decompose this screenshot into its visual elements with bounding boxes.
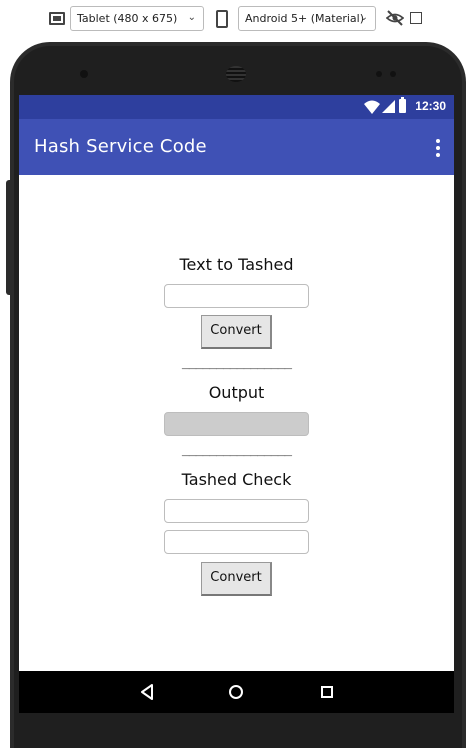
chevron-down-icon: ⌄ (359, 12, 368, 23)
phone-icon (216, 10, 228, 28)
theme-select[interactable]: Android 5+ (Material) ⌄ (238, 6, 376, 31)
recent-apps-icon[interactable] (321, 686, 333, 698)
status-bar: 12:30 (19, 95, 454, 119)
main-content: Text to Tashed Convert ________________ … (19, 175, 454, 671)
output-field (164, 412, 309, 436)
navigation-bar (19, 671, 454, 713)
back-icon[interactable] (140, 684, 154, 700)
status-time: 12:30 (415, 99, 446, 113)
speaker-icon (226, 66, 246, 82)
device-select[interactable]: Tablet (480 x 675) ⌄ (70, 6, 204, 31)
device-screen: 12:30 Hash Service Code Text to Tashed C… (19, 95, 454, 713)
check-input-1[interactable] (164, 499, 309, 523)
camera-icon (80, 70, 88, 78)
theme-select-value: Android 5+ (Material) (245, 12, 365, 25)
convert-button[interactable]: Convert (201, 315, 272, 349)
phone-chin (19, 713, 454, 748)
sensor-icon (376, 71, 382, 77)
check-convert-button[interactable]: Convert (201, 562, 272, 596)
app-bar: Hash Service Code (19, 119, 454, 175)
emulator-toolbar: Tablet (480 x 675) ⌄ Android 5+ (Materia… (0, 0, 475, 38)
home-icon[interactable] (229, 685, 243, 699)
divider: ________________ (181, 355, 292, 370)
wifi-icon (364, 100, 380, 114)
check-label: Tashed Check (181, 470, 292, 489)
divider: ________________ (181, 442, 292, 457)
toggle-checkbox[interactable] (410, 12, 422, 24)
check-input-2[interactable] (164, 530, 309, 554)
text-to-hash-input[interactable] (164, 284, 309, 308)
eye-off-icon[interactable] (386, 10, 404, 26)
signal-icon (382, 100, 395, 113)
chevron-down-icon: ⌄ (187, 12, 196, 23)
battery-icon (399, 97, 406, 113)
output-label: Output (208, 383, 265, 402)
screen-size-icon (49, 12, 65, 25)
device-select-value: Tablet (480 x 675) (77, 12, 178, 25)
input-label: Text to Tashed (179, 255, 294, 274)
overflow-menu-icon[interactable] (436, 139, 440, 157)
sensor-icon (390, 71, 396, 77)
app-title: Hash Service Code (34, 136, 207, 157)
